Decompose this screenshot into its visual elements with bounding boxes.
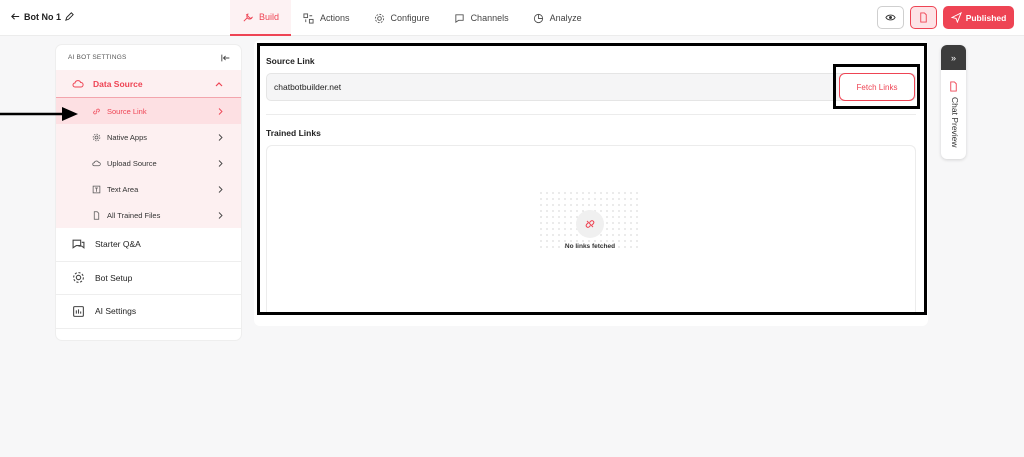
chat-icon xyxy=(950,81,957,92)
tab-label: Build xyxy=(259,12,280,22)
back-button[interactable]: Bot No 1 xyxy=(10,11,75,22)
collapse-icon[interactable] xyxy=(221,53,231,63)
sidebar-subitem-text-area[interactable]: Text Area xyxy=(56,176,241,202)
chevron-right-icon xyxy=(218,133,223,141)
tab-label: Channels xyxy=(470,13,509,23)
sidebar-item-bot-setup[interactable]: Bot Setup xyxy=(56,261,241,295)
settings-sidebar: AI BOT SETTINGS Data Source Source Link … xyxy=(56,45,241,340)
sidebar-subitem-source-link[interactable]: Source Link xyxy=(56,98,241,124)
preview-button[interactable] xyxy=(877,6,904,29)
gear-icon xyxy=(374,13,384,23)
chevron-right-icon xyxy=(218,107,223,115)
tab-label: Analyze xyxy=(549,13,582,23)
sidebar-item-starter-qa[interactable]: Starter Q&A xyxy=(56,228,241,262)
chevron-right-icon xyxy=(218,185,223,193)
subitem-label: Upload Source xyxy=(107,158,157,168)
empty-state-message: No links fetched xyxy=(564,243,616,250)
document-button[interactable] xyxy=(910,6,937,29)
actions-icon xyxy=(303,12,314,24)
gear-icon xyxy=(73,272,84,284)
chat-preview-label: Chat Preview xyxy=(950,97,960,148)
top-bar: Bot No 1 Build Actions Configure Channel… xyxy=(0,0,1024,36)
sidebar-item-data-source[interactable]: Data Source xyxy=(56,70,241,98)
trained-links-title: Trained Links xyxy=(266,128,321,138)
sidebar-header: AI BOT SETTINGS xyxy=(56,45,241,70)
send-icon xyxy=(950,12,962,23)
sidebar-subitem-upload-source[interactable]: Upload Source xyxy=(56,150,241,176)
subitem-label: Text Area xyxy=(107,184,139,194)
data-source-section: Data Source Source Link Native Apps Uplo… xyxy=(56,70,241,228)
tab-actions[interactable]: Actions xyxy=(291,0,362,36)
cloud-upload-icon xyxy=(92,160,101,166)
tab-channels[interactable]: Channels xyxy=(442,0,521,36)
sidebar-item-ai-settings[interactable]: AI Settings xyxy=(56,295,241,329)
chat-preview-tab[interactable]: » Chat Preview xyxy=(941,45,966,159)
pointer-arrow xyxy=(0,107,78,121)
eye-icon xyxy=(885,14,896,21)
empty-state-badge xyxy=(576,210,604,238)
ai-settings-icon xyxy=(73,305,84,317)
source-url-input[interactable]: chatbotbuilder.net xyxy=(266,73,916,101)
gear-icon xyxy=(92,133,101,141)
document-icon xyxy=(920,12,927,23)
qa-icon xyxy=(72,239,85,249)
sidebar-item-label: Data Source xyxy=(93,78,143,89)
text-area-icon xyxy=(92,185,101,193)
tab-label: Configure xyxy=(390,13,430,23)
published-button[interactable]: Published xyxy=(943,6,1014,29)
double-chevron-icon: » xyxy=(950,52,956,63)
pie-chart-icon xyxy=(533,13,543,23)
sidebar-subitem-native-apps[interactable]: Native Apps xyxy=(56,124,241,150)
sidebar-subitem-all-trained-files[interactable]: All Trained Files xyxy=(56,202,241,228)
chevron-up-icon xyxy=(215,81,223,86)
files-icon xyxy=(93,210,100,220)
source-url-value: chatbotbuilder.net xyxy=(274,82,342,92)
tab-build[interactable]: Build xyxy=(230,0,292,36)
cloud-icon xyxy=(72,79,84,87)
source-link-title: Source Link xyxy=(266,56,315,66)
subitem-label: Source Link xyxy=(107,106,147,116)
chat-preview-icon-wrap xyxy=(948,79,959,97)
tab-analyze[interactable]: Analyze xyxy=(521,0,594,36)
pencil-icon[interactable] xyxy=(64,11,75,22)
tab-configure[interactable]: Configure xyxy=(362,0,442,36)
arrow-left-icon xyxy=(11,13,20,20)
subitem-label: Native Apps xyxy=(107,132,148,142)
chat-bubble-icon xyxy=(454,13,464,23)
broken-link-icon xyxy=(585,220,595,228)
bot-name: Bot No 1 xyxy=(24,11,61,22)
chevron-right-icon xyxy=(218,211,223,219)
tab-label: Actions xyxy=(320,13,350,23)
published-label: Published xyxy=(965,12,1007,23)
expand-button[interactable]: » xyxy=(941,45,966,70)
wrench-icon xyxy=(243,12,253,21)
chevron-right-icon xyxy=(218,159,223,167)
section-divider xyxy=(266,114,916,115)
subitem-label: All Trained Files xyxy=(107,210,161,220)
fetch-links-button[interactable]: Fetch Links xyxy=(839,73,915,101)
sidebar-title: AI BOT SETTINGS xyxy=(68,54,127,61)
main-tabs: Build Actions Configure Channels Analyze xyxy=(230,0,594,36)
link-icon xyxy=(93,108,100,114)
sidebar-item-label: Bot Setup xyxy=(95,272,133,283)
sidebar-item-label: AI Settings xyxy=(95,306,137,317)
sidebar-item-label: Starter Q&A xyxy=(95,239,141,250)
